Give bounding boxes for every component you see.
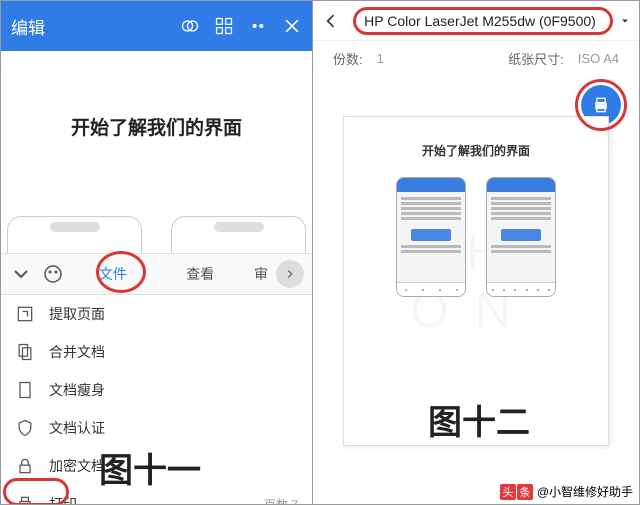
figure-label: 图十一 [99,443,201,492]
preview-phone [486,177,556,297]
cert-icon [15,418,35,438]
title-bar: 编辑 [1,1,312,51]
menu-label: 提取页面 [49,304,105,324]
menu-label: 文档瘦身 [49,380,105,400]
preview-phone [396,177,466,297]
dropdown-icon[interactable] [619,15,631,27]
right-pane: HP Color LaserJet M255dw (0F9500) 份数: 1 … [313,0,640,505]
dual-circle-icon[interactable] [180,16,200,36]
printer-name[interactable]: HP Color LaserJet M255dw (0F9500) [341,13,619,29]
hero: 开始了解我们的界面 [1,51,312,221]
menu-label: 打印 [49,494,77,504]
tab-more-icon[interactable] [276,260,304,288]
print-icon [591,95,611,115]
print-settings: 份数: 1 纸张尺寸: ISO A4 [313,41,639,75]
author: @小智维修好助手 [537,483,633,500]
figure-label: 图十二 [428,395,530,444]
grid-icon[interactable] [214,16,234,36]
lock-icon [15,456,35,476]
paper-label: 纸张尺寸: [508,49,564,68]
title-text: 编辑 [11,14,180,39]
titlebar-actions [180,16,302,36]
left-pane: 编辑 开始了解我们的界面 文件 查看 审 提取页面 合并文档 [0,0,313,505]
back-icon[interactable] [321,11,341,31]
page-count: 页数 7 [264,496,298,505]
menu-item-extract[interactable]: 提取页面 [1,295,312,333]
menu-label: 合并文档 [49,342,105,362]
tab-file[interactable]: 文件 [73,264,153,284]
copies-label: 份数: [333,49,363,68]
extract-icon [15,304,35,324]
menu-item-slim[interactable]: 文档瘦身 [1,371,312,409]
chevron-down-icon[interactable] [9,262,33,286]
menu-item-cert[interactable]: 文档认证 [1,409,312,447]
preview-title: 开始了解我们的界面 [422,142,530,159]
tab-view[interactable]: 查看 [161,264,241,284]
paper-value[interactable]: ISO A4 [578,51,619,66]
badge: 头 [500,484,516,500]
menu-item-merge[interactable]: 合并文档 [1,333,312,371]
menu-label: 文档认证 [49,418,105,438]
attribution: 头 条 @小智维修好助手 [499,483,633,500]
tab-bar: 文件 查看 审 [1,253,312,295]
copies-value[interactable]: 1 [377,51,384,66]
face-icon[interactable] [41,262,65,286]
menu-label: 加密文档 [49,456,105,476]
tab-review[interactable]: 审 [248,264,268,284]
badge: 条 [517,484,533,500]
close-icon[interactable] [282,16,302,36]
slim-icon [15,380,35,400]
merge-icon [15,342,35,362]
two-dots-icon[interactable] [248,16,268,36]
print-icon [15,494,35,504]
print-header: HP Color LaserJet M255dw (0F9500) [313,1,639,41]
hero-title: 开始了解我们的界面 [71,113,242,140]
